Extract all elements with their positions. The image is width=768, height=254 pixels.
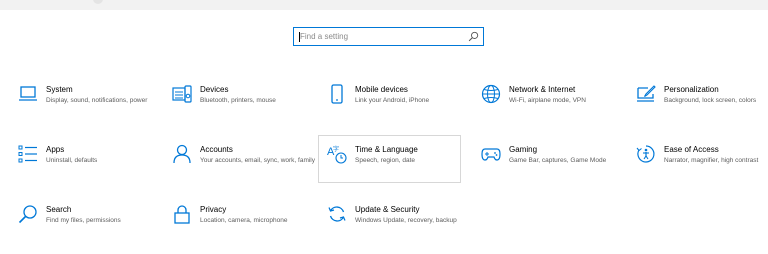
laptop-icon xyxy=(18,84,38,104)
tile-description: Wi-Fi, airplane mode, VPN xyxy=(509,97,586,104)
apps-list-icon xyxy=(18,144,38,164)
tile-accounts[interactable]: Accounts Your accounts, email, sync, wor… xyxy=(172,144,316,194)
tile-title: Ease of Access xyxy=(664,145,719,154)
tile-description: Bluetooth, printers, mouse xyxy=(200,97,276,104)
search-box[interactable] xyxy=(293,27,484,46)
tile-title: System xyxy=(46,85,73,94)
phone-icon xyxy=(327,84,347,104)
tile-description: Location, camera, microphone xyxy=(200,217,288,224)
tile-network-internet[interactable]: Network & Internet Wi-Fi, airplane mode,… xyxy=(481,84,625,134)
search-icon[interactable] xyxy=(468,31,479,42)
tile-description: Speech, region, date xyxy=(355,157,415,164)
time-language-icon: A字 xyxy=(327,144,347,164)
tile-title: Mobile devices xyxy=(355,85,408,94)
svg-text:字: 字 xyxy=(333,145,339,153)
tile-ease-of-access[interactable]: Ease of Access Narrator, magnifier, high… xyxy=(636,144,768,194)
tile-system[interactable]: System Display, sound, notifications, po… xyxy=(18,84,162,134)
tile-title: Accounts xyxy=(200,145,233,154)
keyboard-speaker-icon xyxy=(172,84,192,104)
refresh-icon xyxy=(327,204,347,224)
tile-title: Devices xyxy=(200,85,229,94)
top-bar xyxy=(0,0,768,10)
tile-title: Apps xyxy=(46,145,65,154)
tile-title: Gaming xyxy=(509,145,538,154)
tile-title: Network & Internet xyxy=(509,85,576,94)
tile-description: Game Bar, captures, Game Mode xyxy=(509,157,607,164)
tile-time-language[interactable]: A字 Time & Language Speech, region, date xyxy=(318,135,461,183)
tile-title: Personalization xyxy=(664,85,719,94)
tile-title: Update & Security xyxy=(355,205,420,214)
tile-description: Find my files, permissions xyxy=(46,217,121,224)
tile-privacy[interactable]: Privacy Location, camera, microphone xyxy=(172,204,316,254)
tile-mobile-devices[interactable]: Mobile devices Link your Android, iPhone xyxy=(327,84,471,134)
gamepad-icon xyxy=(481,144,501,164)
tile-devices[interactable]: Devices Bluetooth, printers, mouse xyxy=(172,84,316,134)
tile-title: Search xyxy=(46,205,72,214)
search-icon xyxy=(18,204,38,224)
tile-gaming[interactable]: Gaming Game Bar, captures, Game Mode xyxy=(481,144,625,194)
lock-icon xyxy=(172,204,192,224)
tile-description: Background, lock screen, colors xyxy=(664,97,757,104)
tile-search[interactable]: Search Find my files, permissions xyxy=(18,204,162,254)
paintbrush-monitor-icon xyxy=(636,84,656,104)
tile-description: Your accounts, email, sync, work, family xyxy=(200,157,315,164)
tile-description: Uninstall, defaults xyxy=(46,157,98,164)
globe-icon xyxy=(481,84,501,104)
ease-of-access-icon xyxy=(636,144,656,164)
tile-apps[interactable]: Apps Uninstall, defaults xyxy=(18,144,162,194)
text-caret xyxy=(299,32,300,42)
search-input[interactable] xyxy=(294,28,462,45)
tile-title: Privacy xyxy=(200,205,227,214)
tile-description: Link your Android, iPhone xyxy=(355,97,430,104)
tile-title: Time & Language xyxy=(355,145,418,154)
top-bar-shape xyxy=(93,0,103,4)
tile-description: Display, sound, notifications, power xyxy=(46,97,148,104)
tile-description: Windows Update, recovery, backup xyxy=(355,217,457,224)
person-icon xyxy=(172,144,192,164)
tile-personalization[interactable]: Personalization Background, lock screen,… xyxy=(636,84,768,134)
tile-update-security[interactable]: Update & Security Windows Update, recove… xyxy=(327,204,471,254)
tile-description: Narrator, magnifier, high contrast xyxy=(664,157,759,164)
